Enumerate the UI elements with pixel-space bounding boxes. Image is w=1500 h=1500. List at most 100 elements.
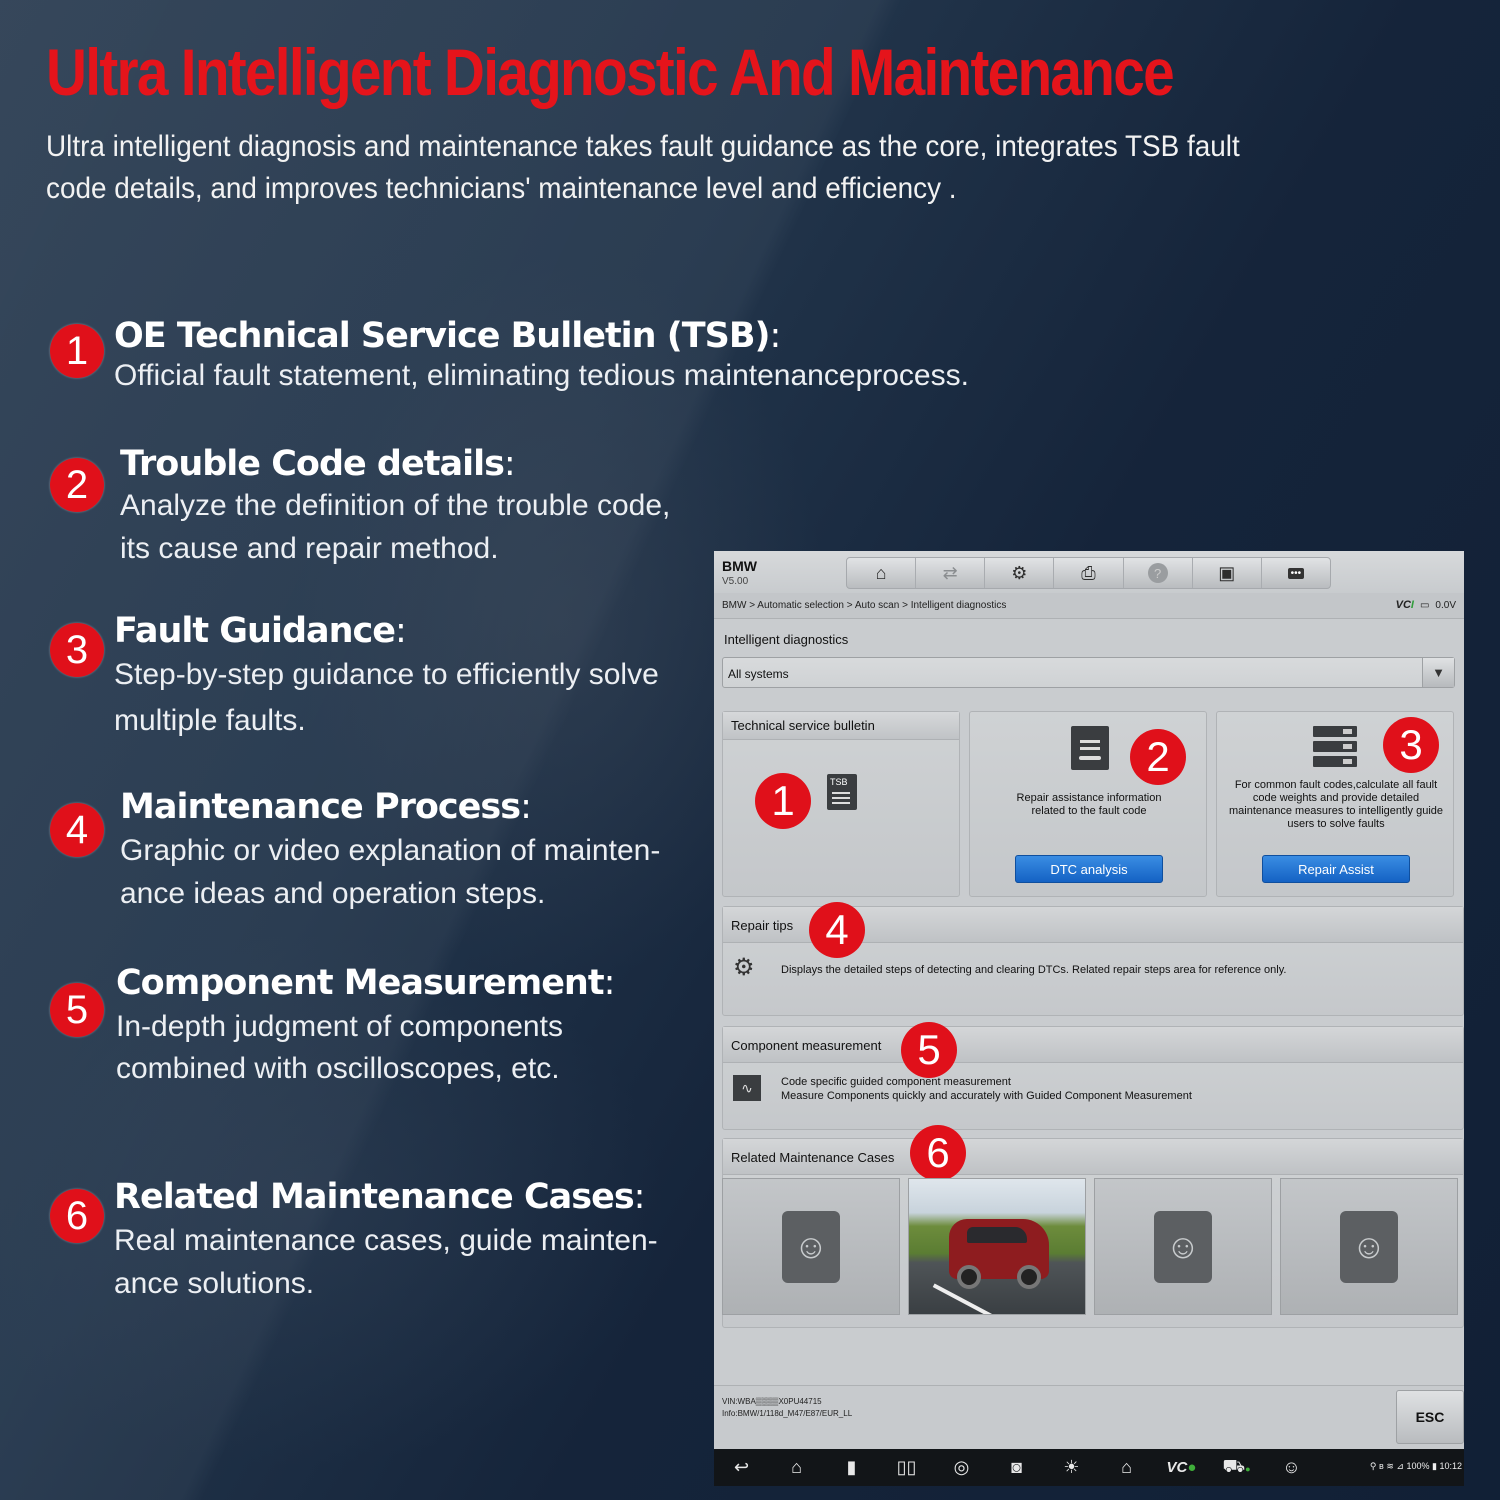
callout-badge: 1 — [755, 773, 811, 829]
feature-title: Related Maintenance Cases — [114, 1177, 635, 1217]
technician-document-icon: ☺ — [782, 1210, 840, 1283]
repair-tips-panel[interactable]: Repair tips ⚙ Displays the detailed step… — [722, 902, 1464, 1016]
callout-badge: 3 — [1383, 717, 1439, 773]
battery-icon: ▭ — [1419, 599, 1430, 611]
callout-badge: 2 — [1130, 729, 1186, 785]
panel-title: Related Maintenance Cases — [723, 1139, 1463, 1175]
chevron-down-icon[interactable]: ▼ — [1422, 658, 1454, 687]
dtc-analysis-button[interactable]: DTC analysis — [1015, 855, 1163, 883]
repair-assist-button[interactable]: Repair Assist — [1262, 855, 1410, 883]
waveform-icon: ∿ — [733, 1075, 761, 1101]
server-stack-icon — [1313, 726, 1357, 768]
panel-title: Component measurement — [723, 1027, 1463, 1063]
feature-desc: In-depth judgment of components — [116, 1010, 563, 1043]
card-description: Repair assistance information related to… — [1016, 792, 1162, 817]
case-thumbnail[interactable]: ☺ — [1094, 1178, 1272, 1315]
vci-status: VCI ▭ 0.0V — [1396, 599, 1456, 611]
vci-icon[interactable]: VC● — [1154, 1459, 1209, 1476]
feature-title: Trouble Code details — [120, 444, 505, 484]
toolbar: ⌂ ⇄ ⚙ ⎙ ? ▣ ••• — [846, 557, 1331, 589]
page-title: Ultra Intelligent Diagnostic And Mainten… — [46, 35, 1175, 109]
home-icon[interactable]: ⌂ — [769, 1457, 824, 1478]
feature-desc: Real maintenance cases, guide mainten- — [114, 1224, 658, 1257]
bluetooth-icon: ʙ — [1379, 1461, 1384, 1471]
number-badge: 3 — [50, 623, 104, 677]
feature-desc: ance ideas and operation steps. — [120, 877, 546, 910]
tsb-document-icon: TSB — [827, 774, 857, 810]
feature-desc: Graphic or video explanation of mainten- — [120, 834, 661, 867]
info-text: Info:BMW/1/118d_M47/E87/EUR_LL — [722, 1409, 853, 1418]
case-thumbnail[interactable]: ☺ — [722, 1178, 900, 1315]
camera-icon[interactable]: ◙ — [989, 1457, 1044, 1478]
card-title: Technical service bulletin — [723, 712, 959, 740]
vin-text: VIN:WBA▒▒▒▒X0PU44715 — [722, 1397, 822, 1406]
vci-icon: VCI — [1395, 599, 1414, 611]
repair-assist-card: 3 For common fault codes,calculate all f… — [1216, 711, 1454, 897]
component-measurement-panel[interactable]: Component measurement ∿ Code specific gu… — [722, 1022, 1464, 1130]
feature-desc: Step-by-step guidance to efficiently sol… — [114, 658, 659, 691]
feature-desc: Official fault statement, eliminating te… — [114, 359, 969, 392]
panel-description: Displays the detailed steps of detecting… — [781, 964, 1287, 976]
split-screen-icon[interactable]: ▯▯ — [879, 1457, 934, 1478]
esc-button[interactable]: ESC — [1396, 1390, 1464, 1444]
feature-title: Component Measurement — [116, 963, 605, 1003]
vehicle-icon[interactable]: ⛟● — [1209, 1456, 1264, 1480]
gear-wrench-icon: ⚙ — [733, 954, 755, 981]
printer-icon[interactable]: ⎙ — [1054, 558, 1124, 588]
card-description: For common fault codes,calculate all fau… — [1228, 779, 1444, 830]
dtc-analysis-card: 2 Repair assistance information related … — [969, 711, 1207, 897]
voltage-readout: 0.0V — [1435, 599, 1456, 611]
callout-badge: 5 — [901, 1022, 957, 1078]
vehicle-swap-icon[interactable]: ⇄ — [916, 558, 986, 588]
feature-desc: its cause and repair method. — [120, 532, 499, 565]
android-navbar: ↩ ⌂ ▮ ▯▯ ◎ ◙ ☀ ⌂ VC● ⛟● ☺ ⚲ ʙ ≋ ⊿ 100% ▮… — [714, 1449, 1464, 1486]
panel-description: Code specific guided component measureme… — [781, 1076, 1192, 1102]
repair-document-icon — [1071, 726, 1109, 770]
system-select[interactable]: All systems ▼ — [722, 657, 1455, 688]
feature-desc: multiple faults. — [114, 704, 306, 737]
battery-icon: ▮ — [1432, 1461, 1437, 1471]
remote-expert-icon[interactable]: ☺ — [1264, 1457, 1319, 1478]
wifi-icon: ≋ — [1386, 1461, 1394, 1471]
cases-grid: ☺ ☺ ☺ — [722, 1178, 1464, 1318]
case-thumbnail[interactable]: ☺ — [1280, 1178, 1458, 1315]
chat-icon[interactable]: ••• — [1262, 558, 1330, 588]
breadcrumb: BMW > Automatic selection > Auto scan > … — [722, 600, 1007, 611]
feature-desc: Analyze the definition of the trouble co… — [120, 489, 671, 522]
settings-gear-icon[interactable]: ⚙ — [985, 558, 1055, 588]
number-badge: 4 — [50, 803, 104, 857]
browser-icon[interactable]: ◎ — [934, 1457, 989, 1478]
feature-title: Fault Guidance — [114, 611, 396, 651]
vehicle-info-bar: VIN:WBA▒▒▒▒X0PU44715 Info:BMW/1/118d_M47… — [714, 1385, 1464, 1449]
help-icon[interactable]: ? — [1124, 558, 1193, 588]
signal-icon: ⊿ — [1396, 1461, 1404, 1471]
car-photo — [949, 1219, 1049, 1289]
number-badge: 5 — [50, 983, 104, 1037]
app-header: BMW V5.00 ⌂ ⇄ ⚙ ⎙ ? ▣ ••• — [714, 551, 1464, 593]
callout-badge: 6 — [910, 1125, 966, 1181]
recent-apps-icon[interactable]: ▮ — [824, 1457, 879, 1478]
page-subtitle: Ultra intelligent diagnosis and maintena… — [46, 130, 1240, 205]
section-title: Intelligent diagnostics — [724, 632, 849, 647]
back-icon[interactable]: ↩ — [714, 1457, 769, 1478]
vehicle-brand: BMW — [722, 558, 757, 574]
technician-document-icon: ☺ — [1154, 1210, 1212, 1283]
brightness-icon[interactable]: ☀ — [1044, 1457, 1099, 1478]
location-icon: ⚲ — [1369, 1461, 1377, 1471]
feature-title: Maintenance Process — [120, 787, 521, 827]
technician-document-icon: ☺ — [1340, 1210, 1398, 1283]
case-thumbnail[interactable] — [908, 1178, 1086, 1315]
software-version: V5.00 — [722, 576, 749, 587]
home-m-icon[interactable]: ⌂ — [847, 558, 917, 588]
system-select-value: All systems — [728, 667, 789, 681]
feature-desc: ance solutions. — [114, 1267, 315, 1300]
clock: 10:12 — [1439, 1461, 1462, 1471]
save-icon[interactable]: ▣ — [1193, 558, 1262, 588]
maxifix-home-icon[interactable]: ⌂ — [1099, 1457, 1154, 1478]
number-badge: 6 — [50, 1189, 104, 1243]
status-bar: ⚲ ʙ ≋ ⊿ 100% ▮ 10:12 — [1370, 1461, 1462, 1472]
number-badge: 2 — [50, 458, 104, 512]
tsb-card[interactable]: Technical service bulletin TSB 1 — [722, 711, 960, 897]
callout-badge: 4 — [809, 902, 865, 958]
vehicle-info: VIN:WBA▒▒▒▒X0PU44715 Info:BMW/1/118d_M47… — [722, 1396, 852, 1420]
